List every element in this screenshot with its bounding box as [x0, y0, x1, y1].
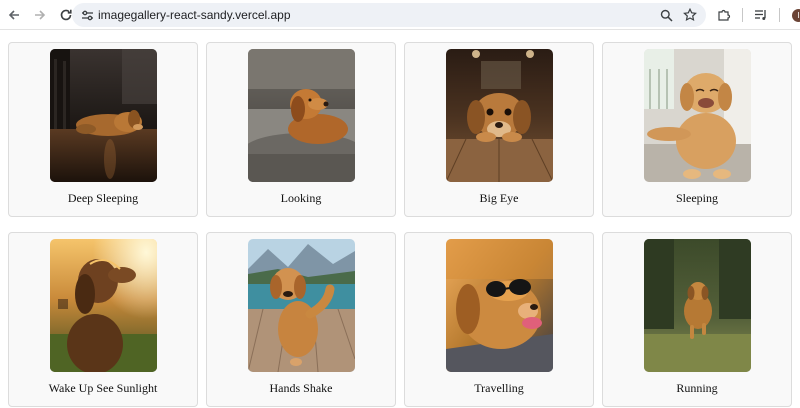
- toolbar-divider: [779, 8, 780, 22]
- image-caption: Hands Shake: [269, 381, 333, 395]
- image-caption: Wake Up See Sunlight: [48, 381, 158, 395]
- extensions-button[interactable]: [712, 3, 736, 27]
- dog-photo[interactable]: [446, 49, 553, 182]
- dog-photo[interactable]: [644, 239, 751, 372]
- dog-photo[interactable]: [248, 239, 355, 372]
- reload-icon: [60, 9, 72, 20]
- gallery-card[interactable]: Wake Up See Sunlight: [8, 232, 198, 407]
- star-icon: [683, 8, 697, 22]
- dog-photo[interactable]: [248, 49, 355, 182]
- url-text[interactable]: imagegallery-react-sandy.vercel.app: [98, 8, 291, 22]
- tune-icon: [81, 10, 93, 20]
- gallery-card[interactable]: Big Eye: [404, 42, 594, 217]
- gallery-card[interactable]: Looking: [206, 42, 396, 217]
- media-queue-icon: [755, 10, 766, 20]
- profile-avatar[interactable]: I: [792, 8, 800, 22]
- gallery-card[interactable]: Sleeping: [602, 42, 792, 217]
- media-controls-button[interactable]: [749, 3, 773, 27]
- image-gallery: Deep Sleeping Looking Big Eye Sleeping W…: [8, 42, 792, 407]
- forward-button[interactable]: [28, 3, 52, 27]
- image-caption: Sleeping: [676, 191, 718, 205]
- toolbar-divider: [742, 8, 743, 22]
- address-bar[interactable]: imagegallery-react-sandy.vercel.app: [72, 3, 706, 27]
- image-caption: Big Eye: [479, 191, 519, 205]
- dog-photo[interactable]: [50, 49, 157, 182]
- gallery-card[interactable]: Deep Sleeping: [8, 42, 198, 217]
- gallery-card[interactable]: Running: [602, 232, 792, 407]
- search-icon: [660, 9, 673, 22]
- dog-photo[interactable]: [50, 239, 157, 372]
- dog-photo[interactable]: [644, 49, 751, 182]
- puzzle-icon: [718, 9, 731, 21]
- arrow-left-icon: [8, 9, 19, 20]
- gallery-card[interactable]: Hands Shake: [206, 232, 396, 407]
- bookmark-button[interactable]: [682, 7, 698, 23]
- dog-photo[interactable]: [446, 239, 553, 372]
- gallery-card[interactable]: Travelling: [404, 232, 594, 407]
- arrow-right-icon: [35, 9, 46, 20]
- image-caption: Running: [676, 381, 718, 395]
- site-info-button[interactable]: [76, 9, 98, 22]
- back-button[interactable]: [2, 3, 26, 27]
- browser-toolbar: imagegallery-react-sandy.vercel.app I: [0, 0, 800, 30]
- zoom-button[interactable]: [658, 7, 674, 23]
- image-caption: Looking: [280, 191, 322, 205]
- image-caption: Travelling: [474, 381, 524, 395]
- image-caption: Deep Sleeping: [67, 191, 139, 205]
